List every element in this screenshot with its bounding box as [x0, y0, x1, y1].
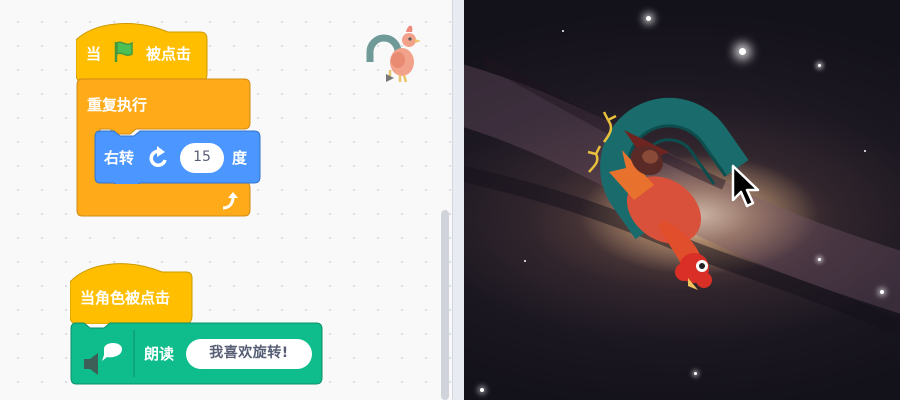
sprite-clicked-label: 当角色被点击	[80, 289, 171, 307]
degrees-unit-label: 度	[232, 149, 248, 167]
star	[864, 150, 866, 152]
star	[694, 372, 697, 375]
rooster-sprite-thumbnail	[366, 25, 421, 83]
mouse-cursor-icon	[731, 164, 760, 208]
loop-arrow-icon	[222, 192, 238, 210]
star	[524, 260, 526, 262]
forever-label: 重复执行	[87, 96, 148, 114]
star	[739, 48, 746, 55]
star	[818, 258, 821, 261]
workspace-scrollbar[interactable]	[441, 210, 449, 400]
stage[interactable]	[464, 0, 900, 400]
when-sprite-clicked-hat-block[interactable]	[70, 252, 194, 324]
speak-text-input[interactable]: 我喜欢旋转!	[186, 339, 312, 369]
star	[480, 388, 484, 392]
hat-suffix-text: 被点击	[146, 45, 192, 63]
star	[646, 16, 651, 21]
speak-label: 朗读	[144, 345, 175, 363]
green-flag-icon	[114, 41, 133, 62]
star	[880, 290, 884, 294]
turn-degrees-input[interactable]: 15	[180, 143, 224, 173]
pane-divider	[452, 0, 464, 400]
star	[818, 64, 821, 67]
hat-prefix-text: 当	[86, 45, 102, 63]
text-to-speech-icon	[84, 343, 122, 375]
star	[562, 30, 564, 32]
rotate-right-icon	[149, 146, 167, 167]
code-workspace[interactable]: 当 被点击 重复执行 右转 15 度 当角色被点击 朗读 我喜欢旋转!	[0, 0, 452, 400]
turn-right-label: 右转	[104, 149, 135, 167]
